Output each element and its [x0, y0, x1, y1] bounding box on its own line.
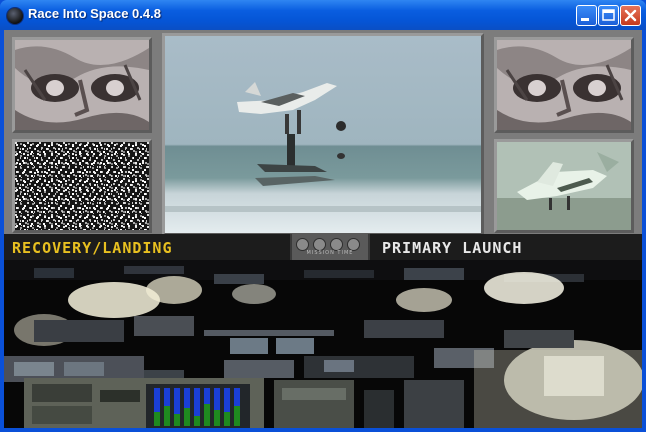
right-status-label: PRIMARY LAUNCH — [382, 239, 523, 257]
close-button[interactable] — [620, 5, 641, 26]
monitor-bezel — [4, 30, 642, 262]
monitor-face-right — [494, 37, 634, 133]
maximize-icon — [602, 9, 615, 21]
monitor-aircraft — [494, 139, 634, 233]
window-title: Race Into Space 0.4.8 — [28, 6, 161, 21]
monitor-main-footage — [162, 33, 484, 236]
mission-control-room — [4, 260, 642, 428]
game-screen: RECOVERY/LANDING MISSION TIME PRIMARY LA… — [4, 30, 642, 428]
gauge-bars — [154, 388, 240, 426]
app-window: Race Into Space 0.4.8 RECOVERY/LANDING M… — [0, 0, 646, 432]
status-label-bar: RECOVERY/LANDING MISSION TIME PRIMARY LA… — [4, 234, 642, 260]
monitor-face-left — [12, 37, 152, 133]
title-bar[interactable]: Race Into Space 0.4.8 — [0, 0, 646, 30]
left-status-label: RECOVERY/LANDING — [12, 239, 173, 257]
mission-time-caption: MISSION TIME — [306, 250, 354, 256]
minimize-button[interactable] — [576, 5, 597, 26]
mission-time-block: MISSION TIME — [290, 234, 370, 260]
monitor-static — [12, 139, 152, 233]
app-icon[interactable] — [6, 7, 24, 25]
close-icon — [624, 9, 637, 22]
maximize-button[interactable] — [598, 5, 619, 26]
minimize-icon — [581, 18, 589, 21]
